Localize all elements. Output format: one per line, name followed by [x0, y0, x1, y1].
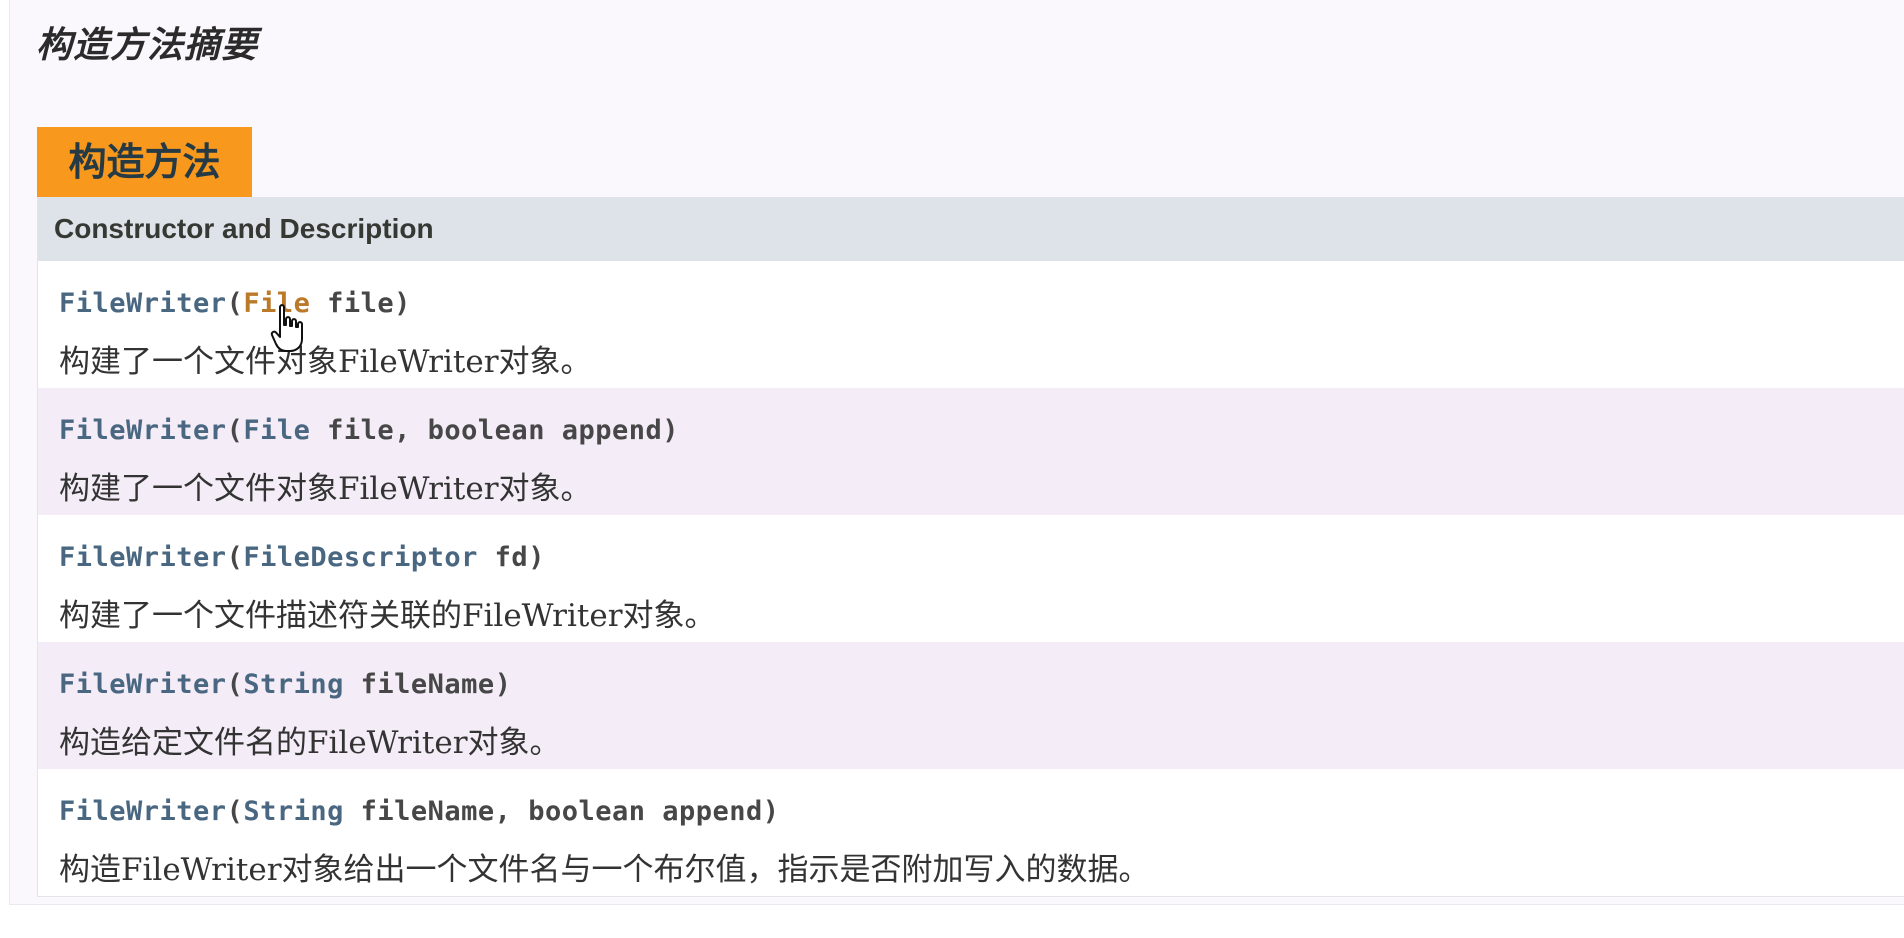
- constructors-caption-tab: 构造方法: [37, 127, 252, 197]
- constructor-link[interactable]: FileWriter: [59, 796, 227, 827]
- constructor-description: 构建了一个文件对象FileWriter对象。: [59, 344, 592, 380]
- param-name: fileName,: [343, 796, 529, 827]
- table-row: FileWriter(File file, boolean append) 构建…: [38, 388, 1904, 515]
- param-type-link-filedescriptor[interactable]: FileDescriptor: [243, 542, 478, 573]
- constructor-signature: FileWriter(String fileName): [59, 669, 511, 700]
- paren-open: (: [226, 415, 244, 446]
- paren-close: ): [528, 542, 545, 573]
- paren-open: (: [226, 288, 244, 319]
- param-type-link-string[interactable]: String: [243, 796, 344, 827]
- constructor-link[interactable]: FileWriter: [59, 542, 227, 573]
- paren-close: ): [662, 415, 680, 446]
- table-row: FileWriter(String fileName) 构造给定文件名的File…: [38, 642, 1904, 769]
- constructor-signature: FileWriter(File file, boolean append): [59, 415, 679, 446]
- constructor-description: 构造FileWriter对象给出一个文件名与一个布尔值，指示是否附加写入的数据。: [59, 852, 1150, 888]
- constructor-table: Constructor and Description FileWriter(F…: [37, 197, 1904, 897]
- constructor-signature: FileWriter(File file): [59, 288, 411, 319]
- constructor-link[interactable]: FileWriter: [59, 415, 227, 446]
- table-row: FileWriter(String fileName, boolean appe…: [38, 769, 1904, 896]
- constructor-description: 构建了一个文件描述符关联的FileWriter对象。: [59, 598, 716, 634]
- param-name: fileName: [343, 669, 495, 700]
- constructor-description: 构造给定文件名的FileWriter对象。: [59, 725, 561, 761]
- param-type-boolean: boolean: [427, 415, 545, 446]
- table-row: FileWriter(FileDescriptor fd) 构建了一个文件描述符…: [38, 515, 1904, 642]
- param-type-boolean: boolean: [528, 796, 646, 827]
- constructor-signature: FileWriter(FileDescriptor fd): [59, 542, 545, 573]
- table-header-constructor-description: Constructor and Description: [38, 197, 1904, 261]
- paren-close: ): [494, 669, 512, 700]
- param-name: append: [645, 796, 763, 827]
- paren-open: (: [226, 542, 244, 573]
- param-name: file: [310, 288, 395, 319]
- constructor-link[interactable]: FileWriter: [59, 288, 227, 319]
- param-name: append: [544, 415, 663, 446]
- table-row: FileWriter(File file) 构建了一个文件对象FileWrite…: [38, 261, 1904, 388]
- param-name: fd: [477, 542, 529, 573]
- param-type-link-file[interactable]: File: [243, 288, 310, 319]
- constructor-summary-page: 构造方法摘要 构造方法 Constructor and Description …: [9, 0, 1904, 905]
- constructor-description: 构建了一个文件对象FileWriter对象。: [59, 471, 592, 507]
- paren-open: (: [226, 669, 244, 700]
- constructor-link[interactable]: FileWriter: [59, 669, 227, 700]
- section-title: 构造方法摘要: [36, 24, 259, 66]
- param-name: file,: [310, 415, 428, 446]
- param-type-link-string[interactable]: String: [243, 669, 344, 700]
- paren-close: ): [762, 796, 780, 827]
- paren-close: ): [394, 288, 411, 319]
- paren-open: (: [226, 796, 244, 827]
- param-type-link-file[interactable]: File: [243, 415, 310, 446]
- constructor-signature: FileWriter(String fileName, boolean appe…: [59, 796, 780, 827]
